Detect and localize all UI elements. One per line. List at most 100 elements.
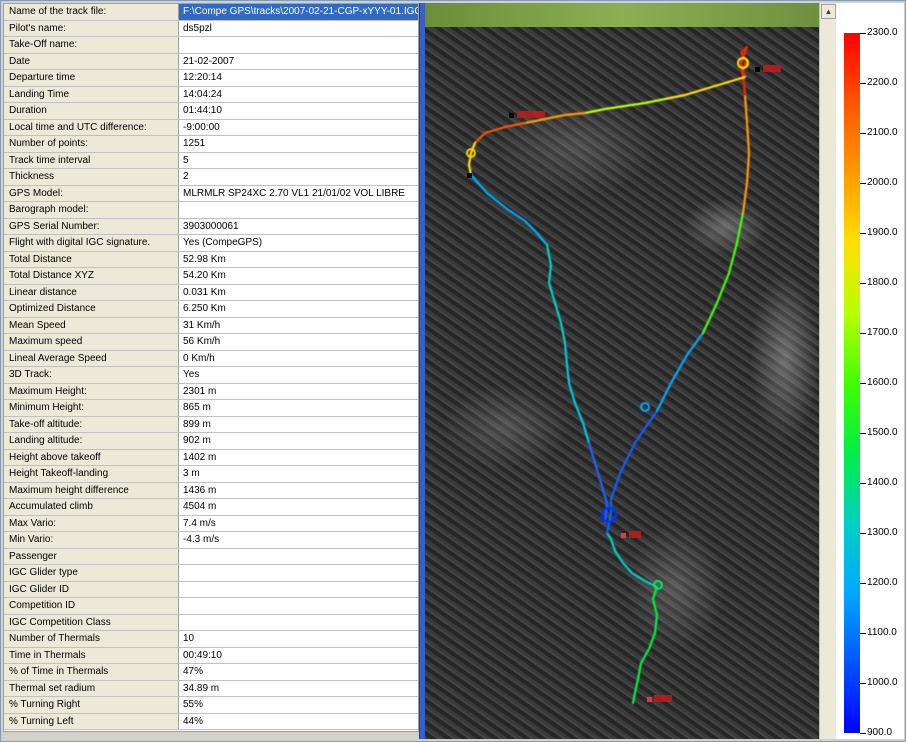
property-row[interactable]: Competition ID <box>4 598 418 615</box>
property-value[interactable] <box>179 598 418 614</box>
property-row[interactable]: Maximum Height: 2301 m <box>4 383 418 400</box>
property-row[interactable]: Height above takeoff 1402 m <box>4 449 418 466</box>
property-value[interactable] <box>179 614 418 630</box>
property-value[interactable]: F:\Compe GPS\tracks\2007-02-21-CGP-xYYY-… <box>179 4 418 20</box>
property-row[interactable]: Landing Time 14:04:24 <box>4 86 418 103</box>
property-value[interactable]: 7.4 m/s <box>179 515 418 531</box>
property-row[interactable]: IGC Glider ID <box>4 581 418 598</box>
property-row[interactable]: Minimum Height: 865 m <box>4 400 418 417</box>
property-row[interactable]: GPS Model: MLRMLR SP24XC 2.70 VL1 21/01/0… <box>4 185 418 202</box>
property-value[interactable]: 1251 <box>179 136 418 152</box>
property-row[interactable]: Duration 01:44:10 <box>4 103 418 120</box>
property-row[interactable]: Maximum height difference 1436 m <box>4 482 418 499</box>
vertical-scrollbar[interactable]: ▲ <box>819 3 836 739</box>
property-label: % Turning Left <box>4 713 179 729</box>
property-value[interactable]: 31 Km/h <box>179 317 418 333</box>
property-row[interactable]: Name of the track file: F:\Compe GPS\trac… <box>4 4 418 21</box>
property-value[interactable]: 1436 m <box>179 482 418 498</box>
property-row[interactable]: Min Vario: -4.3 m/s <box>4 532 418 549</box>
property-row[interactable]: GPS Serial Number: 3903000061 <box>4 218 418 235</box>
scroll-up-icon[interactable]: ▲ <box>821 4 836 19</box>
track-segment <box>545 243 567 345</box>
property-row[interactable]: Passenger <box>4 548 418 565</box>
property-row[interactable]: Number of Thermals 10 <box>4 631 418 648</box>
property-row[interactable]: % Turning Right 55% <box>4 697 418 714</box>
property-label: 3D Track: <box>4 367 179 383</box>
property-value[interactable] <box>179 548 418 564</box>
property-value[interactable]: Yes (CompeGPS) <box>179 235 418 251</box>
property-row[interactable]: Total Distance 52.98 Km <box>4 251 418 268</box>
property-value[interactable]: 3903000061 <box>179 218 418 234</box>
property-value[interactable]: 865 m <box>179 400 418 416</box>
property-row[interactable]: Take-Off name: <box>4 37 418 54</box>
property-value[interactable]: Yes <box>179 367 418 383</box>
property-value[interactable]: ds5pzl <box>179 20 418 36</box>
property-value[interactable]: 902 m <box>179 433 418 449</box>
property-value[interactable]: -9:00:00 <box>179 119 418 135</box>
property-value[interactable]: 12:20:14 <box>179 70 418 86</box>
property-value[interactable] <box>179 37 418 53</box>
property-value[interactable]: 14:04:24 <box>179 86 418 102</box>
property-value[interactable]: 2301 m <box>179 383 418 399</box>
property-value[interactable] <box>179 565 418 581</box>
property-value[interactable]: 899 m <box>179 416 418 432</box>
property-row[interactable]: Departure time 12:20:14 <box>4 70 418 87</box>
property-value[interactable] <box>179 202 418 218</box>
property-value[interactable]: 47% <box>179 664 418 680</box>
property-value[interactable]: 21-02-2007 <box>179 53 418 69</box>
property-row[interactable]: Linear distance 0.031 Km <box>4 284 418 301</box>
property-row[interactable]: Mean Speed 31 Km/h <box>4 317 418 334</box>
property-row[interactable]: Optimized Distance 6.250 Km <box>4 301 418 318</box>
property-value[interactable]: 52.98 Km <box>179 251 418 267</box>
property-row[interactable]: Max Vario: 7.4 m/s <box>4 515 418 532</box>
property-value[interactable]: 1402 m <box>179 449 418 465</box>
property-row[interactable]: Date 21-02-2007 <box>4 53 418 70</box>
property-label: Height Takeoff-landing <box>4 466 179 482</box>
property-value[interactable]: 2 <box>179 169 418 185</box>
property-row[interactable]: 3D Track: Yes <box>4 367 418 384</box>
property-row[interactable]: Lineal Average Speed 0 Km/h <box>4 350 418 367</box>
property-value[interactable]: 5 <box>179 152 418 168</box>
property-value[interactable]: 34.89 m <box>179 680 418 696</box>
legend-label: 1500.0 <box>867 427 898 438</box>
property-row[interactable]: Flight with digital IGC signature. Yes (C… <box>4 235 418 252</box>
property-label: Thickness <box>4 169 179 185</box>
property-value[interactable]: 54.20 Km <box>179 268 418 284</box>
track-map-view[interactable] <box>425 3 819 739</box>
property-row[interactable]: % of Time in Thermals 47% <box>4 664 418 681</box>
property-row[interactable]: IGC Competition Class <box>4 614 418 631</box>
property-value[interactable]: 3 m <box>179 466 418 482</box>
property-row[interactable]: Local time and UTC difference: -9:00:00 <box>4 119 418 136</box>
property-row[interactable]: % Turning Left 44% <box>4 713 418 730</box>
property-value[interactable]: 0 Km/h <box>179 350 418 366</box>
property-row[interactable]: Barograph model: <box>4 202 418 219</box>
property-value[interactable] <box>179 581 418 597</box>
property-row[interactable]: Height Takeoff-landing 3 m <box>4 466 418 483</box>
property-row[interactable]: Take-off altitude: 899 m <box>4 416 418 433</box>
property-value[interactable]: 00:49:10 <box>179 647 418 663</box>
property-value[interactable]: 55% <box>179 697 418 713</box>
property-label: GPS Model: <box>4 185 179 201</box>
legend-tick <box>860 633 866 634</box>
property-value[interactable]: -4.3 m/s <box>179 532 418 548</box>
property-value[interactable]: 6.250 Km <box>179 301 418 317</box>
property-row[interactable]: IGC Glider type <box>4 565 418 582</box>
property-value[interactable]: 0.031 Km <box>179 284 418 300</box>
property-row[interactable]: Thermal set radium 34.89 m <box>4 680 418 697</box>
property-value[interactable]: 56 Km/h <box>179 334 418 350</box>
property-row[interactable]: Landing altitude: 902 m <box>4 433 418 450</box>
property-value[interactable]: 44% <box>179 713 418 729</box>
property-label: Accumulated climb <box>4 499 179 515</box>
property-row[interactable]: Time in Thermals 00:49:10 <box>4 647 418 664</box>
property-value[interactable]: 4504 m <box>179 499 418 515</box>
property-row[interactable]: Number of points: 1251 <box>4 136 418 153</box>
property-row[interactable]: Accumulated climb 4504 m <box>4 499 418 516</box>
property-row[interactable]: Track time interval 5 <box>4 152 418 169</box>
property-value[interactable]: 01:44:10 <box>179 103 418 119</box>
property-value[interactable]: MLRMLR SP24XC 2.70 VL1 21/01/02 VOL LIBR… <box>179 185 418 201</box>
property-row[interactable]: Total Distance XYZ 54.20 Km <box>4 268 418 285</box>
property-row[interactable]: Pilot's name: ds5pzl <box>4 20 418 37</box>
property-value[interactable]: 10 <box>179 631 418 647</box>
property-row[interactable]: Maximum speed 56 Km/h <box>4 334 418 351</box>
property-row[interactable]: Thickness 2 <box>4 169 418 186</box>
